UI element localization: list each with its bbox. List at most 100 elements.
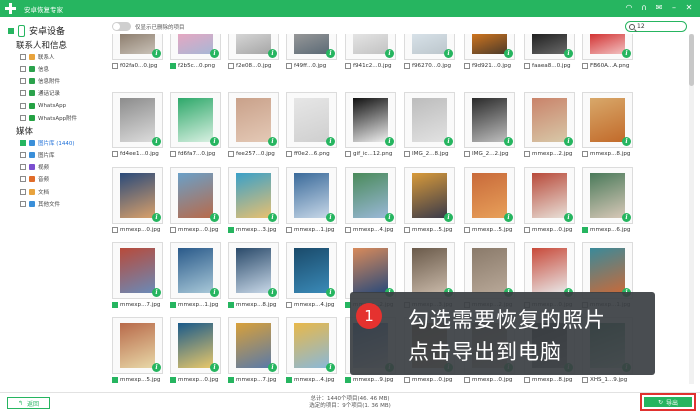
photo-filename-row[interactable]: fd4ee1...0.jpg — [112, 151, 159, 157]
photo-checkbox[interactable] — [112, 302, 118, 308]
photo-checkbox[interactable] — [170, 302, 176, 308]
category-checkbox[interactable] — [20, 176, 26, 183]
category-checkbox[interactable] — [20, 115, 26, 121]
photo-thumbnail[interactable]: i — [286, 167, 337, 224]
info-icon[interactable]: i — [504, 213, 513, 222]
photo-thumbnail[interactable]: i — [170, 242, 221, 299]
photo-filename-row[interactable]: IMG_2...8.jpg — [404, 151, 449, 157]
photo-checkbox[interactable] — [286, 227, 292, 233]
photo-filename-row[interactable]: mmexp...6.jpg — [582, 227, 630, 233]
sidebar-item[interactable]: 图片库 — [20, 150, 55, 159]
photo-checkbox[interactable] — [345, 377, 351, 383]
photo-filename-row[interactable]: gif_ic...12.png — [345, 151, 392, 157]
photo-thumbnail[interactable]: i — [286, 34, 337, 60]
photo-thumbnail[interactable]: i — [404, 92, 455, 148]
info-icon[interactable]: i — [268, 49, 277, 58]
photo-filename-row[interactable]: f02fa0...0.jpg — [112, 63, 157, 69]
headset-icon[interactable]: ∩ — [639, 3, 649, 13]
photo-filename-row[interactable]: mmexp...0.jpg — [112, 227, 160, 233]
photo-checkbox[interactable] — [345, 151, 351, 157]
photo-thumbnail[interactable]: i — [228, 167, 279, 224]
photo-checkbox[interactable] — [170, 227, 176, 233]
photo-checkbox[interactable] — [524, 377, 530, 383]
photo-filename-row[interactable]: mmexp...0.jpg — [170, 377, 218, 383]
photo-filename-row[interactable]: mmexp...8.jpg — [228, 302, 276, 308]
scrollbar-thumb[interactable] — [689, 34, 694, 86]
photo-thumbnail[interactable]: i — [404, 242, 455, 299]
info-icon[interactable]: i — [152, 49, 161, 58]
category-checkbox[interactable] — [20, 53, 26, 60]
category-checkbox[interactable] — [20, 188, 26, 195]
photo-checkbox[interactable] — [582, 227, 588, 233]
photo-filename-row[interactable]: f96270...0.jpg — [404, 63, 451, 69]
photo-checkbox[interactable] — [524, 227, 530, 233]
photo-filename-row[interactable]: mmexp...4.jpg — [286, 377, 334, 383]
sidebar-item[interactable]: 其他文件 — [20, 200, 60, 209]
category-checkbox[interactable] — [20, 65, 26, 72]
photo-thumbnail[interactable]: i — [170, 92, 221, 148]
photo-checkbox[interactable] — [582, 63, 588, 69]
photo-thumbnail[interactable]: i — [286, 92, 337, 148]
photo-checkbox[interactable] — [404, 227, 410, 233]
photo-checkbox[interactable] — [404, 377, 410, 383]
info-icon[interactable]: i — [152, 363, 161, 372]
photo-filename-row[interactable]: mmexp...0.jpg — [170, 227, 218, 233]
photo-thumbnail[interactable]: i — [170, 167, 221, 224]
export-button[interactable]: ↻ 导出 — [644, 397, 692, 407]
minimize-icon[interactable]: – — [669, 3, 679, 13]
search-box[interactable] — [625, 21, 687, 32]
photo-thumbnail[interactable]: i — [464, 242, 515, 299]
photo-thumbnail[interactable]: i — [345, 242, 396, 299]
photo-thumbnail[interactable]: i — [464, 92, 515, 148]
device-checkbox[interactable] — [8, 27, 14, 34]
category-checkbox[interactable] — [20, 201, 26, 207]
info-icon[interactable]: i — [210, 363, 219, 372]
photo-thumbnail[interactable]: i — [582, 34, 633, 60]
photo-thumbnail[interactable]: i — [112, 242, 163, 299]
photo-filename-row[interactable]: mmexp...8.jpg — [524, 377, 572, 383]
photo-filename-row[interactable]: mmexp...8.jpg — [582, 151, 630, 157]
info-icon[interactable]: i — [152, 213, 161, 222]
sidebar-item[interactable]: WhatsApp附件 — [20, 114, 77, 123]
photo-checkbox[interactable] — [286, 377, 292, 383]
sidebar-item[interactable]: 联系人 — [20, 52, 55, 61]
photo-filename-row[interactable]: fd6fa7...0.jpg — [170, 151, 215, 157]
info-icon[interactable]: i — [268, 363, 277, 372]
photo-checkbox[interactable] — [464, 227, 470, 233]
photo-checkbox[interactable] — [170, 151, 176, 157]
photo-filename-row[interactable]: mmexp...4.jpg — [286, 302, 334, 308]
info-icon[interactable]: i — [504, 49, 513, 58]
photo-thumbnail[interactable]: i — [286, 242, 337, 299]
sidebar-item[interactable]: 信息附件 — [20, 77, 60, 86]
photo-checkbox[interactable] — [112, 151, 118, 157]
photo-filename-row[interactable]: mmexp...7.jpg — [228, 377, 276, 383]
photo-checkbox[interactable] — [112, 377, 118, 383]
photo-filename-row[interactable]: f2b5c...0.png — [170, 63, 215, 69]
info-icon[interactable]: i — [326, 288, 335, 297]
info-icon[interactable]: i — [210, 49, 219, 58]
photo-filename-row[interactable]: mmexp...0.jpg — [524, 227, 572, 233]
photo-filename-row[interactable]: mmexp...5.jpg — [464, 227, 512, 233]
photo-filename-row[interactable]: f49ff...0.jpg — [286, 63, 326, 69]
info-icon[interactable]: i — [268, 288, 277, 297]
photo-checkbox[interactable] — [464, 151, 470, 157]
photo-checkbox[interactable] — [345, 227, 351, 233]
photo-filename-row[interactable]: mmexp...9.jpg — [345, 377, 393, 383]
photo-checkbox[interactable] — [112, 227, 118, 233]
photo-checkbox[interactable] — [286, 302, 292, 308]
photo-filename-row[interactable]: mmexp...2.jpg — [524, 151, 572, 157]
photo-filename-row[interactable]: f2e08...0.jpg — [228, 63, 271, 69]
photo-thumbnail[interactable]: i — [524, 242, 575, 299]
photo-thumbnail[interactable]: i — [112, 34, 163, 60]
photo-thumbnail[interactable]: i — [582, 242, 633, 299]
info-icon[interactable]: i — [210, 288, 219, 297]
photo-filename-row[interactable]: mmexp...1.jpg — [170, 302, 218, 308]
photo-thumbnail[interactable]: i — [464, 34, 515, 60]
info-icon[interactable]: i — [152, 288, 161, 297]
category-checkbox[interactable] — [20, 78, 26, 85]
photo-thumbnail[interactable]: i — [112, 317, 163, 374]
info-icon[interactable]: i — [622, 213, 631, 222]
info-icon[interactable]: i — [564, 49, 573, 58]
photo-checkbox[interactable] — [464, 63, 470, 69]
info-icon[interactable]: i — [444, 137, 453, 146]
